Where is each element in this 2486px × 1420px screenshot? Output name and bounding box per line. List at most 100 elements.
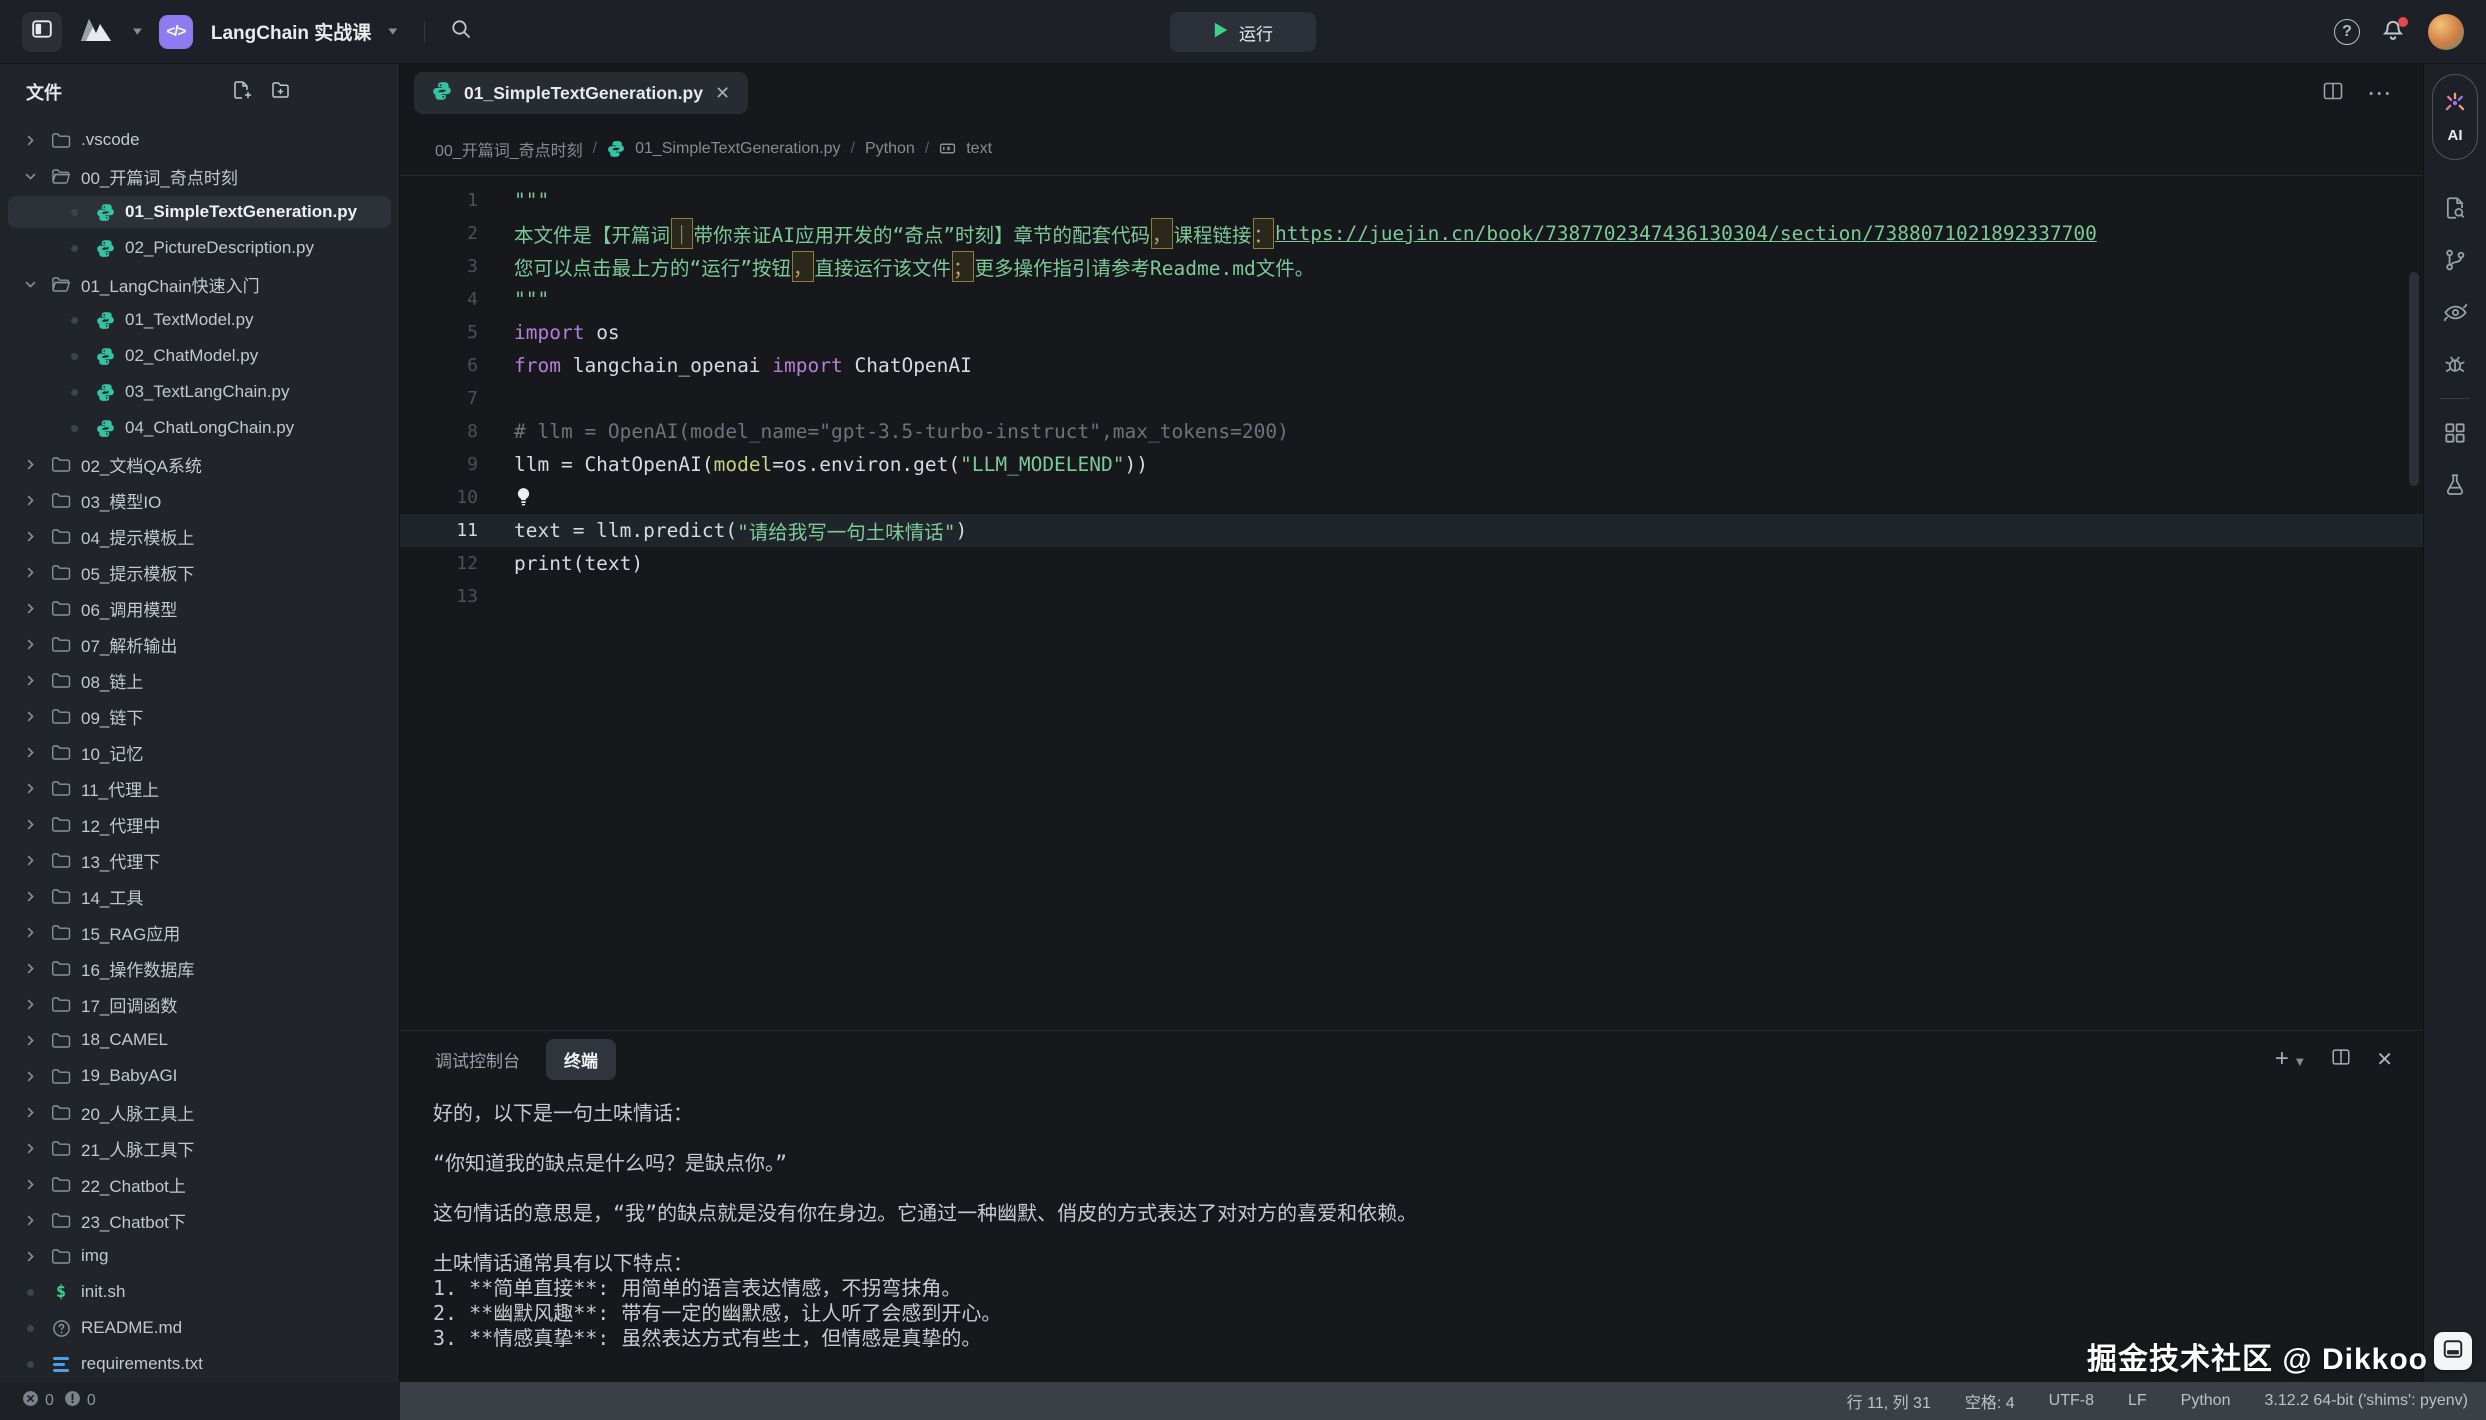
tab-close-icon[interactable]: ✕ (715, 83, 730, 104)
chevron-collapsed-icon[interactable] (22, 493, 38, 508)
tree-folder-row[interactable]: 01_LangChain快速入门 (0, 266, 399, 302)
status-item[interactable]: 空格: 4 (1965, 1389, 2015, 1413)
chevron-collapsed-icon[interactable] (22, 853, 38, 868)
code-line[interactable]: 13 (400, 580, 2423, 613)
close-panel-icon[interactable]: ✕ (2376, 1047, 2393, 1072)
status-item[interactable]: 3.12.2 64-bit ('shims': pyenv) (2264, 1392, 2468, 1410)
search-icon[interactable] (449, 17, 473, 46)
lab-flask-icon[interactable] (2442, 459, 2468, 511)
notifications-button[interactable] (2380, 18, 2408, 46)
tree-folder-row[interactable]: 20_人脉工具上 (0, 1094, 399, 1130)
code-link[interactable]: https://juejin.cn/book/73877023474361303… (1275, 222, 2097, 245)
chevron-collapsed-icon[interactable] (22, 781, 38, 796)
eye-icon[interactable] (2442, 286, 2469, 338)
tree-folder-row[interactable]: 11_代理上 (0, 770, 399, 806)
status-item[interactable]: 行 11, 列 31 (1847, 1389, 1931, 1413)
breadcrumb-file[interactable]: 01_SimpleTextGeneration.py (635, 140, 840, 158)
code-line[interactable]: 7 (400, 382, 2423, 415)
editor-scrollbar[interactable] (2409, 272, 2419, 486)
code-line[interactable]: 1""" (400, 184, 2423, 217)
tree-folder-row[interactable]: 23_Chatbot下 (0, 1202, 399, 1238)
tree-file-row[interactable]: 01_TextModel.py (0, 302, 399, 338)
problems-summary[interactable]: 0 0 (0, 1382, 400, 1420)
chevron-down-icon[interactable]: ▼ (130, 26, 145, 38)
tree-folder-row[interactable]: 05_提示模板下 (0, 554, 399, 590)
chevron-collapsed-icon[interactable] (22, 1141, 38, 1156)
chevron-collapsed-icon[interactable] (22, 709, 38, 724)
new-folder-icon[interactable] (270, 79, 292, 106)
new-file-icon[interactable] (230, 79, 252, 106)
tree-folder-row[interactable]: 09_链下 (0, 698, 399, 734)
app-logo-menu[interactable] (76, 12, 116, 52)
tree-folder-row[interactable]: 06_调用模型 (0, 590, 399, 626)
code-line[interactable]: 6from langchain_openai import ChatOpenAI (400, 349, 2423, 382)
git-branch-icon[interactable] (2442, 234, 2468, 286)
breadcrumb-folder[interactable]: 00_开篇词_奇点时刻 (435, 137, 583, 161)
chevron-collapsed-icon[interactable] (22, 457, 38, 472)
tree-file-row[interactable]: 01_SimpleTextGeneration.py (0, 194, 399, 230)
project-name[interactable]: LangChain 实战课 (211, 18, 371, 45)
chevron-collapsed-icon[interactable] (22, 889, 38, 904)
tree-folder-row[interactable]: 08_链上 (0, 662, 399, 698)
tree-folder-row[interactable]: 12_代理中 (0, 806, 399, 842)
tree-folder-row[interactable]: 19_BabyAGI (0, 1058, 399, 1094)
chevron-collapsed-icon[interactable] (22, 997, 38, 1012)
code-line[interactable]: 11text = llm.predict("请给我写一句土味情话") (400, 514, 2423, 547)
lightbulb-icon[interactable] (514, 487, 533, 508)
chevron-collapsed-icon[interactable] (22, 961, 38, 976)
chevron-collapsed-icon[interactable] (22, 529, 38, 544)
tree-folder-row[interactable]: 15_RAG应用 (0, 914, 399, 950)
tree-folder-row[interactable]: 04_提示模板上 (0, 518, 399, 554)
chevron-collapsed-icon[interactable] (22, 673, 38, 688)
tree-file-row[interactable]: requirements.txt (0, 1346, 399, 1382)
chevron-collapsed-icon[interactable] (22, 817, 38, 832)
bug-icon[interactable] (2442, 338, 2468, 390)
tree-folder-row[interactable]: 10_记忆 (0, 734, 399, 770)
chevron-down-icon[interactable]: ▼ (385, 26, 400, 38)
code-line[interactable]: 12print(text) (400, 547, 2423, 580)
tree-folder-row[interactable]: 17_回调函数 (0, 986, 399, 1022)
toggle-panel-button[interactable] (2434, 1332, 2472, 1370)
help-icon[interactable]: ? (2334, 19, 2360, 45)
file-search-icon[interactable] (2442, 182, 2468, 234)
tree-folder-row[interactable]: 21_人脉工具下 (0, 1130, 399, 1166)
code-line[interactable]: 3您可以点击最上方的“运行”按钮，直接运行该文件；更多操作指引请参考Readme… (400, 250, 2423, 283)
tree-folder-row[interactable]: 14_工具 (0, 878, 399, 914)
tree-folder-row[interactable]: 22_Chatbot上 (0, 1166, 399, 1202)
tree-folder-row[interactable]: 02_文档QA系统 (0, 446, 399, 482)
chevron-collapsed-icon[interactable] (22, 1069, 38, 1084)
run-button[interactable]: 运行 (1170, 12, 1316, 52)
tree-file-row[interactable]: 02_ChatModel.py (0, 338, 399, 374)
editor-tab[interactable]: 01_SimpleTextGeneration.py ✕ (414, 72, 748, 114)
tree-file-row[interactable]: 04_ChatLongChain.py (0, 410, 399, 446)
breadcrumb-language[interactable]: Python (865, 140, 915, 158)
code-line[interactable]: 2本文件是【开篇词｜带你亲证AI应用开发的“奇点”时刻】章节的配套代码，课程链接… (400, 217, 2423, 250)
tab-terminal[interactable]: 终端 (546, 1039, 616, 1080)
code-editor[interactable]: 1"""2本文件是【开篇词｜带你亲证AI应用开发的“奇点”时刻】章节的配套代码，… (400, 176, 2423, 1030)
chevron-collapsed-icon[interactable] (22, 925, 38, 940)
tree-file-row[interactable]: README.md (0, 1310, 399, 1346)
tree-folder-row[interactable]: 18_CAMEL (0, 1022, 399, 1058)
code-line[interactable]: 8# llm = OpenAI(model_name="gpt-3.5-turb… (400, 415, 2423, 448)
status-item[interactable]: UTF-8 (2049, 1392, 2094, 1410)
code-line[interactable]: 10 (400, 481, 2423, 514)
more-actions-icon[interactable]: ⋯ (2367, 79, 2393, 108)
code-line[interactable]: 9llm = ChatOpenAI(model=os.environ.get("… (400, 448, 2423, 481)
tab-debug-console[interactable]: 调试控制台 (435, 1047, 520, 1072)
split-terminal-icon[interactable] (2330, 1046, 2352, 1073)
tree-file-row[interactable]: 02_PictureDescription.py (0, 230, 399, 266)
chevron-expanded-icon[interactable] (22, 277, 38, 292)
tree-file-row[interactable]: 03_TextLangChain.py (0, 374, 399, 410)
tree-folder-row[interactable]: 07_解析输出 (0, 626, 399, 662)
chevron-collapsed-icon[interactable] (22, 637, 38, 652)
tree-folder-row[interactable]: 16_操作数据库 (0, 950, 399, 986)
tree-folder-row[interactable]: 03_模型IO (0, 482, 399, 518)
chevron-collapsed-icon[interactable] (22, 745, 38, 760)
toggle-sidebar-button[interactable] (22, 12, 62, 52)
chevron-collapsed-icon[interactable] (22, 1105, 38, 1120)
chevron-collapsed-icon[interactable] (22, 1249, 38, 1264)
tree-folder-row[interactable]: 00_开篇词_奇点时刻 (0, 158, 399, 194)
extensions-icon[interactable] (2442, 407, 2468, 459)
tree-folder-row[interactable]: img (0, 1238, 399, 1274)
avatar[interactable] (2428, 14, 2464, 50)
